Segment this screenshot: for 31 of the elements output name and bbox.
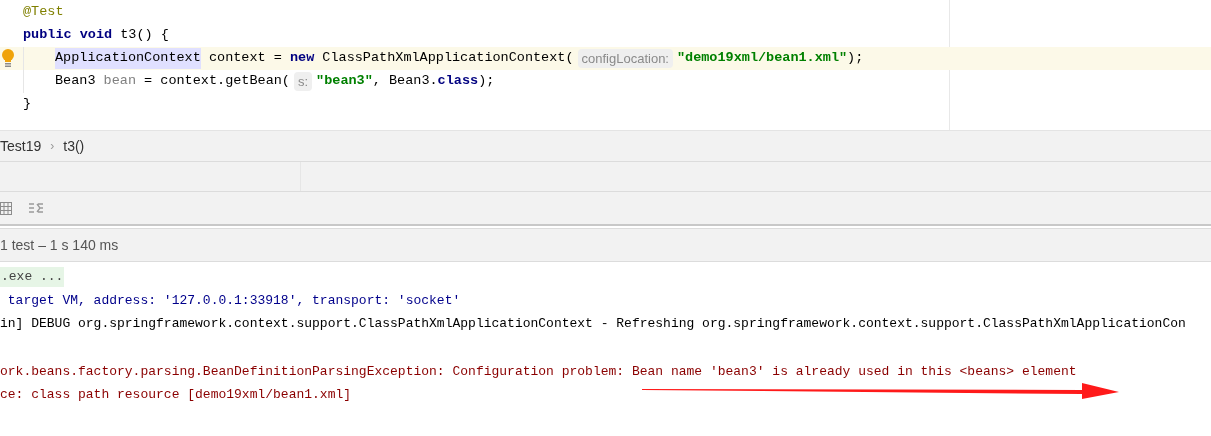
folded-command[interactable]: .exe ... — [0, 267, 65, 287]
code-text: ); — [478, 72, 495, 91]
lightbulb-icon[interactable] — [1, 49, 15, 67]
parameter-hint: configLocation: — [577, 48, 673, 69]
code-text: ClassPathXmlApplicationContext( — [321, 49, 574, 68]
code-text: context = — [207, 49, 283, 68]
code-text: Bean3 — [55, 72, 97, 91]
code-text: ); — [847, 49, 864, 68]
table-icon[interactable] — [0, 201, 12, 215]
keyword: public void — [23, 26, 113, 45]
highlighted-type: ApplicationContext — [55, 48, 201, 69]
string-literal: "bean3" — [316, 72, 373, 91]
code-text: = context.getBean( — [143, 72, 290, 91]
code-text: , Bean3. — [372, 72, 438, 91]
code-text: t3() { — [119, 26, 169, 45]
parameter-hint: s: — [293, 71, 313, 92]
keyword: class — [437, 72, 479, 91]
breadcrumb-item[interactable]: t3() — [63, 135, 85, 157]
test-summary: 1 test – 1 s 140 ms — [0, 235, 119, 255]
annotation: @Test — [23, 3, 64, 22]
breadcrumb-item[interactable]: Test19 — [0, 135, 42, 157]
breadcrumb-separator: › — [50, 138, 55, 155]
console-line: target VM, address: '127.0.0.1:33918', transport: 'socket' — [6, 291, 461, 310]
string-literal: "demo19xml/bean1.xml" — [676, 49, 848, 68]
unused-variable: bean — [103, 72, 136, 91]
diff-icon[interactable] — [28, 201, 44, 215]
error-line: ce: class path resource [demo19xml/bean1.xml] — [0, 386, 352, 404]
console-line: in] DEBUG org.springframework.context.support.ClassPathXmlApplicationContext - Refreshing org.springframework.context.support.ClassPathXmlApplicationCon — [0, 315, 1186, 333]
keyword: new — [289, 49, 315, 68]
error-line: ork.beans.factory.parsing.BeanDefinitionParsingException: Configuration problem: Bean name 'bean3' is already used in this <beans> element — [0, 362, 1077, 381]
code-text: } — [23, 95, 32, 114]
